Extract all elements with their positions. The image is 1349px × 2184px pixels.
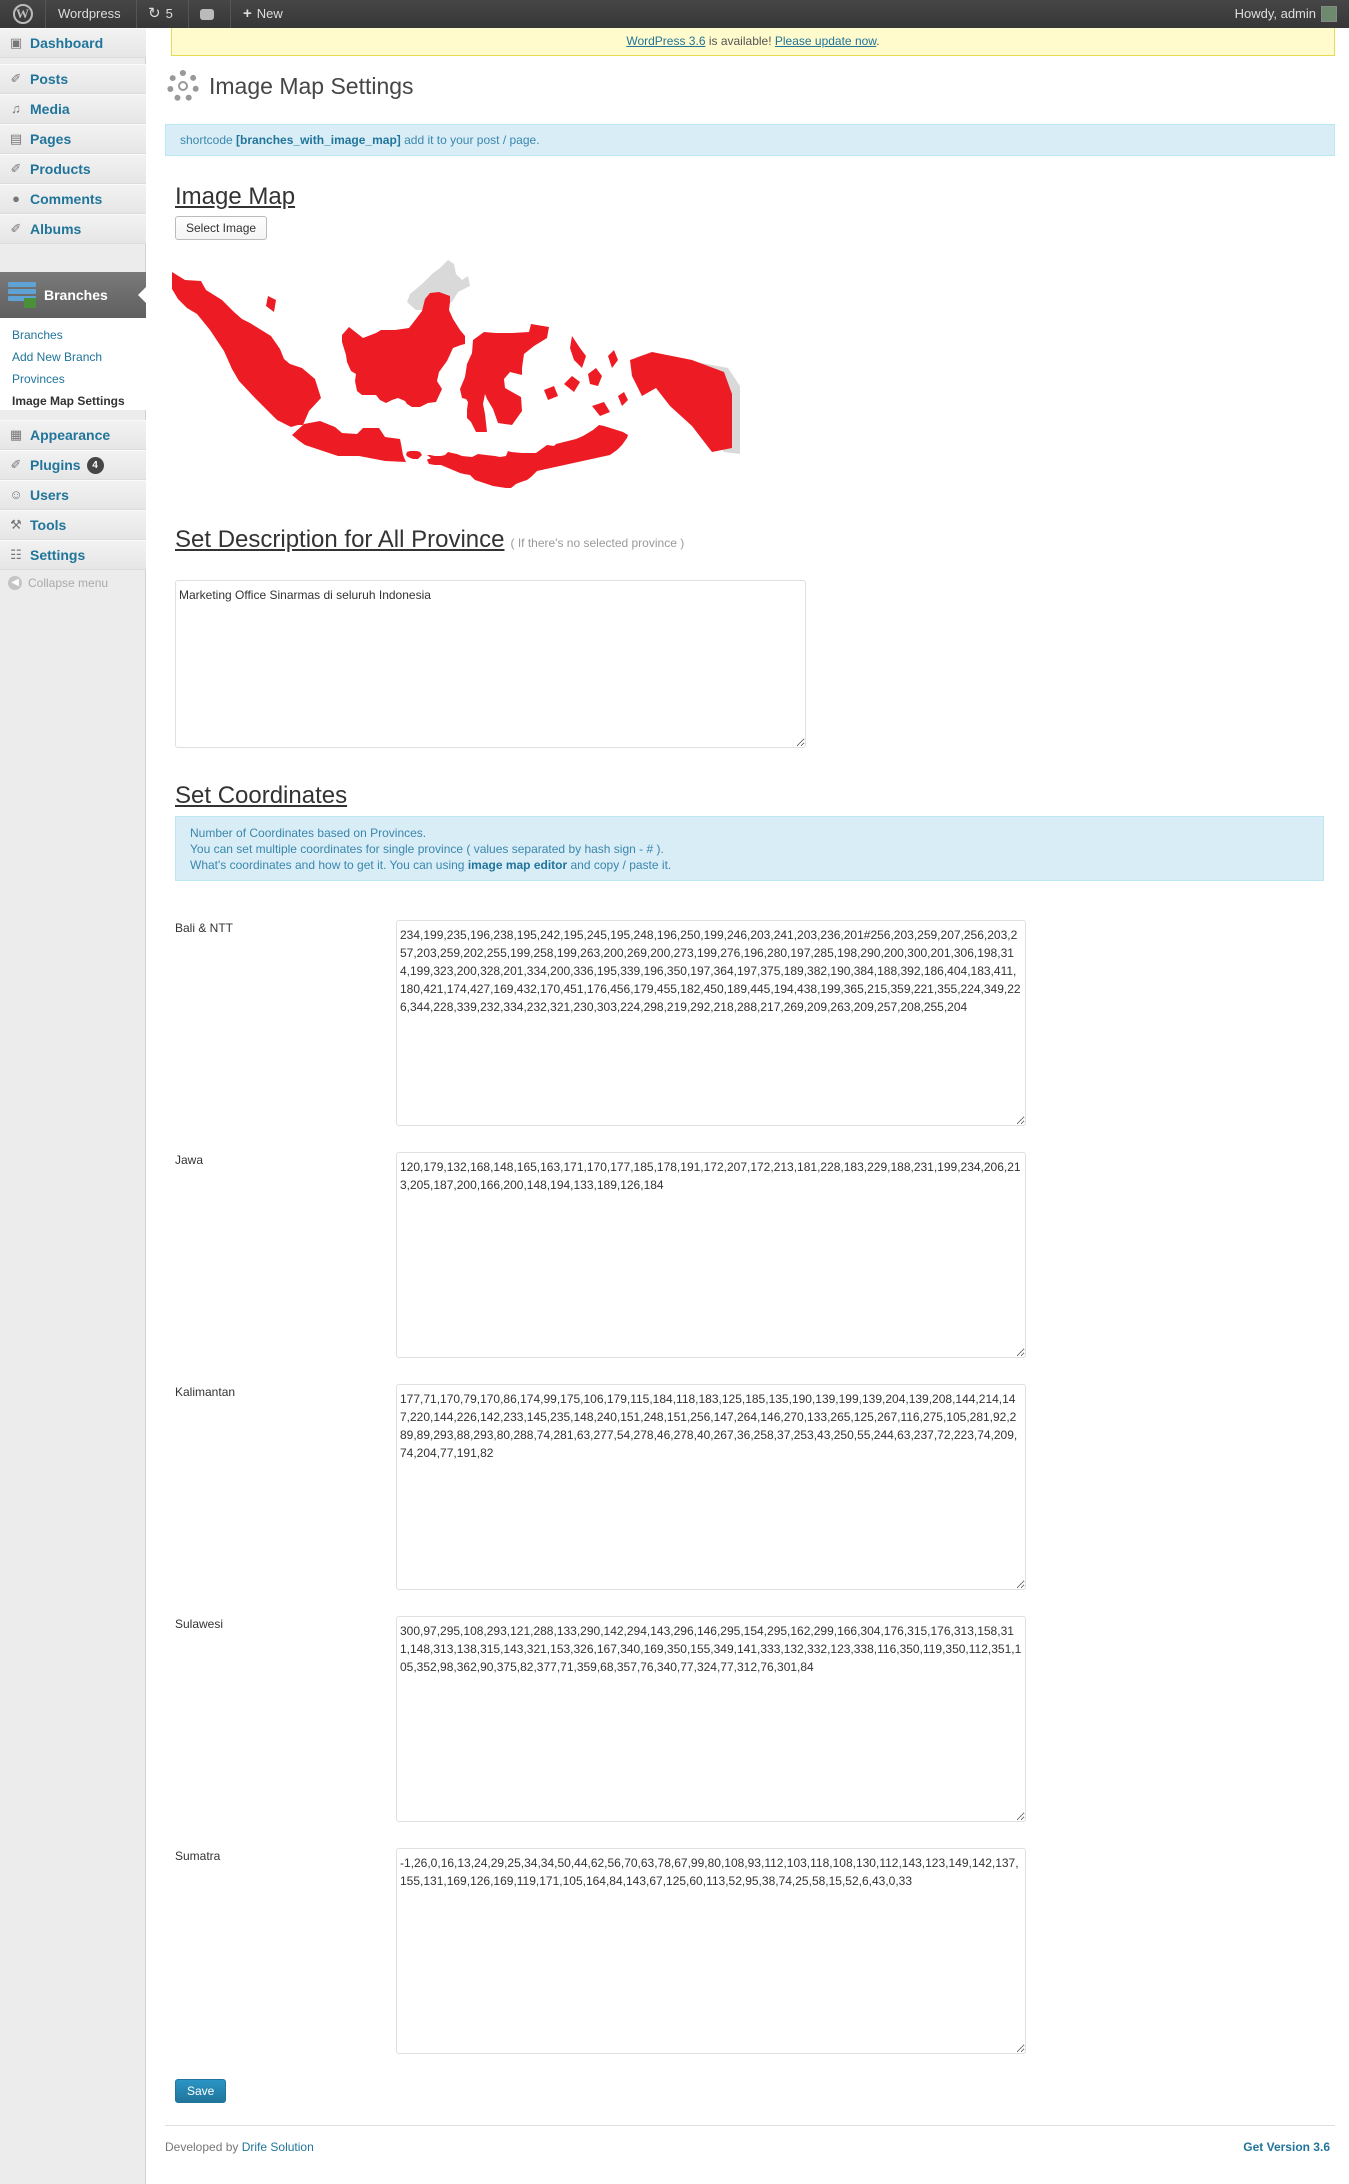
media-icon: ♫ [11,101,21,116]
pin-icon: ✐ [10,221,22,236]
sidebar-item-products[interactable]: ✐ Products [0,154,146,184]
coordinates-textarea-bali-ntt[interactable]: 234,199,235,196,238,195,242,195,245,195,… [396,920,1026,1126]
sidebar-item-comments[interactable]: ● Comments [0,184,146,214]
page-header: Image Map Settings [167,70,414,102]
indonesia-map-image [171,256,752,496]
howdy-text: Howdy, admin [1234,6,1316,21]
updates-link[interactable]: ↻ 5 [148,0,173,28]
coordinates-heading: Set Coordinates [175,782,348,809]
settings-icon: ☷ [10,547,22,562]
footer-version-link[interactable]: Get Version 3.6 [1243,2140,1330,2154]
shortcode-notice: shortcode [branches_with_image_map] add … [165,124,1335,156]
collapse-arrow-icon: ◀ [8,576,22,590]
coordinates-textarea-sumatra[interactable]: -1,26,0,16,13,24,29,25,34,34,50,44,62,56… [396,1848,1026,2054]
sidebar-item-albums[interactable]: ✐ Albums [0,214,146,244]
sidebar-item-plugins[interactable]: ✐ Plugins 4 [0,450,146,480]
plugins-icon: ✐ [10,457,22,472]
collapse-menu-button[interactable]: ◀ Collapse menu [8,576,108,590]
new-content-link[interactable]: + New [243,0,283,28]
description-textarea[interactable]: Marketing Office Sinarmas di seluruh Ind… [175,580,806,748]
submenu-item-image-map-settings[interactable]: Image Map Settings [0,390,146,412]
update-now-link[interactable]: Please update now [775,34,876,48]
refresh-icon: ↻ [148,5,161,22]
wordpress-logo-icon[interactable]: W [0,0,45,28]
account-menu[interactable]: Howdy, admin [1235,0,1337,28]
sidebar-item-media[interactable]: ♫ Media [0,94,146,124]
admin-bar: W Wordpress ↻ 5 + New Howdy, admin [0,0,1349,28]
footer-divider [165,2125,1335,2126]
pin-icon: ✐ [10,161,22,176]
appearance-icon: ▦ [9,427,23,442]
comments-bubble-icon[interactable] [200,0,214,28]
sidebar-item-tools[interactable]: ⚒ Tools [0,510,146,540]
gear-icon [167,70,199,102]
sidebar-item-appearance[interactable]: ▦ Appearance [0,420,146,450]
page-title: Image Map Settings [209,72,414,99]
shortcode-value: [branches_with_image_map] [236,133,401,147]
image-map-editor-link[interactable]: image map editor [468,858,567,872]
update-notice: WordPress 3.6 is available! Please updat… [171,28,1335,56]
sidebar-item-posts[interactable]: ✐ Posts [0,64,146,94]
province-label: Sulawesi [175,1617,224,1631]
admin-sidebar: ▣ Dashboard ✐ Posts ♫ Media ▤ Pages ✐ Pr… [0,28,147,2184]
branches-submenu: Branches Add New Branch Provinces Image … [0,318,146,410]
site-name: Wordpress [58,6,121,21]
plugins-update-badge: 4 [86,456,104,474]
description-hint: ( If there's no selected province ) [510,536,685,550]
save-button[interactable]: Save [175,2079,227,2103]
province-label: Bali & NTT [175,921,234,935]
pin-icon: ✐ [10,71,22,86]
sidebar-item-settings[interactable]: ☷ Settings [0,540,146,570]
users-icon: ☺ [9,487,23,502]
footer-credit: Developed by Drife Solution [165,2140,314,2154]
coordinates-textarea-sulawesi[interactable]: 300,97,295,108,293,121,288,133,290,142,2… [396,1616,1026,1822]
plus-icon: + [243,5,252,22]
province-label: Sumatra [175,1849,221,1863]
submenu-item-branches[interactable]: Branches [0,324,146,346]
site-name-link[interactable]: Wordpress [58,0,121,28]
tools-icon: ⚒ [10,517,22,532]
pages-icon: ▤ [9,131,23,146]
description-heading: Set Description for All Province( If the… [175,526,685,553]
indonesia-map-svg [171,260,740,488]
sidebar-item-branches[interactable]: Branches [0,272,147,318]
coordinates-info-box: Number of Coordinates based on Provinces… [175,816,1324,881]
dashboard-icon: ▣ [9,35,23,50]
submenu-item-provinces[interactable]: Provinces [0,368,146,390]
developer-link[interactable]: Drife Solution [242,2140,314,2154]
sidebar-item-users[interactable]: ☺ Users [0,480,146,510]
submenu-item-add-new-branch[interactable]: Add New Branch [0,346,146,368]
new-label: New [256,6,283,21]
comments-icon: ● [12,191,20,206]
province-label: Jawa [175,1153,204,1167]
sidebar-item-pages[interactable]: ▤ Pages [0,124,146,154]
branches-icon [8,282,36,308]
province-label: Kalimantan [175,1385,236,1399]
coordinates-textarea-kalimantan[interactable]: 177,71,170,79,170,86,174,99,175,106,179,… [396,1384,1026,1590]
avatar [1321,6,1337,22]
select-image-button[interactable]: Select Image [175,216,268,240]
wordpress-version-link[interactable]: WordPress 3.6 [626,34,705,48]
updates-count: 5 [165,6,173,21]
coordinates-textarea-jawa[interactable]: 120,179,132,168,148,165,163,171,170,177,… [396,1152,1026,1358]
image-map-heading: Image Map [175,183,296,210]
sidebar-item-dashboard[interactable]: ▣ Dashboard [0,28,146,58]
